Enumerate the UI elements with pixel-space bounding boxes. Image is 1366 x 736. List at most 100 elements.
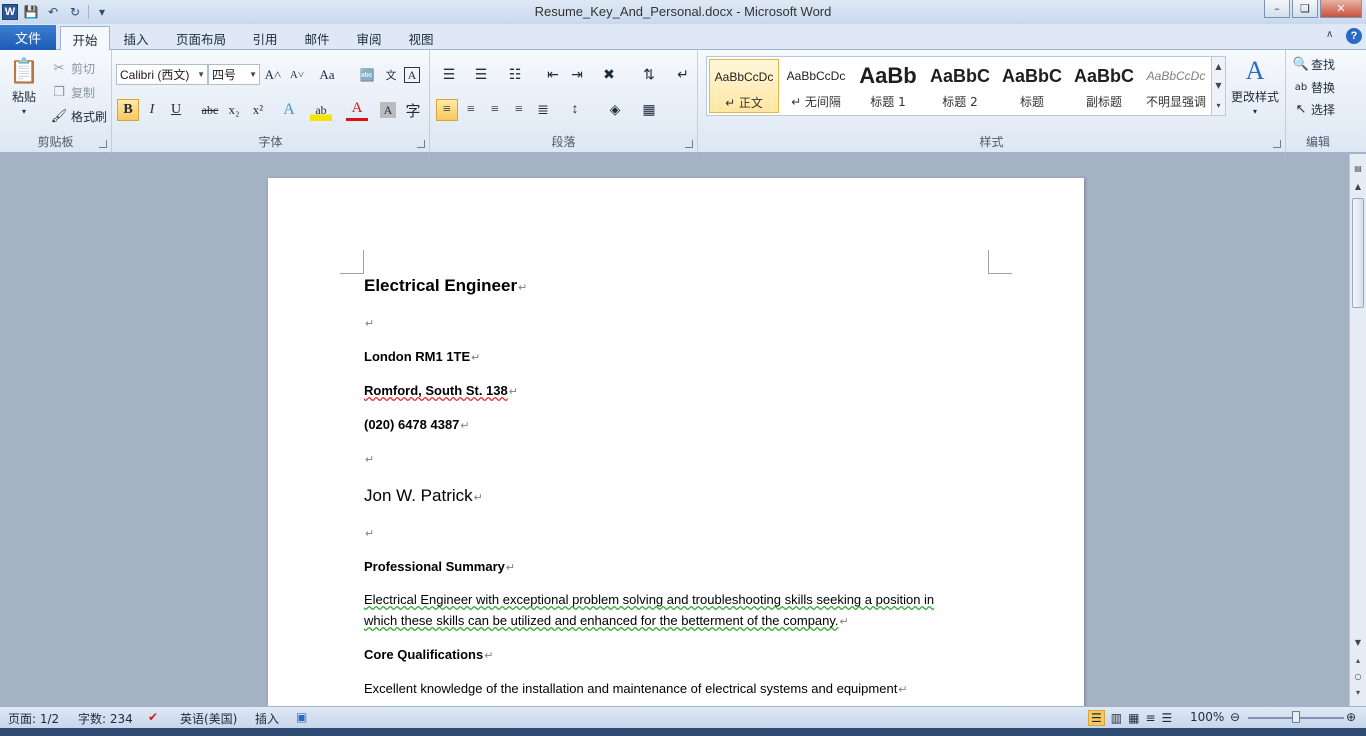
font-name-select[interactable]: Calibri (西文) ▼ (116, 64, 208, 85)
style-item-title[interactable]: AaBbC 标题 (997, 59, 1067, 113)
status-insert-mode[interactable]: 插入 (255, 710, 279, 727)
find-button[interactable]: 🔍 查找 (1293, 55, 1335, 73)
doc-heading[interactable]: Electrical Engineer↵ (364, 276, 527, 296)
doc-section-summary[interactable]: Professional Summary↵ (364, 559, 515, 574)
strikethrough-button[interactable]: abc (199, 99, 221, 121)
justify-icon[interactable]: ≡ (508, 99, 530, 121)
scroll-down-icon[interactable]: ▼ (1350, 638, 1366, 652)
close-icon[interactable]: ✕ (1320, 0, 1362, 18)
gallery-scroll[interactable]: ▲ ▼ ▾ (1211, 57, 1225, 115)
char-shading-icon[interactable]: A (380, 102, 396, 118)
web-layout-icon[interactable]: ▦ (1128, 711, 1139, 725)
chevron-down-icon[interactable]: ▼ (1215, 81, 1221, 90)
browse-object-icon[interactable]: ○ (1350, 672, 1366, 686)
borders-icon[interactable]: ▦ (638, 99, 660, 121)
doc-summary-line-2[interactable]: which these skills can be utilized and e… (364, 613, 849, 628)
save-icon[interactable]: 💾 (22, 3, 40, 21)
minimize-icon[interactable]: – (1264, 0, 1290, 18)
clipboard-launcher-icon[interactable] (99, 140, 107, 148)
char-border-icon[interactable]: A (404, 67, 420, 83)
style-item-subtitle[interactable]: AaBbC 副标题 (1069, 59, 1139, 113)
print-layout-icon[interactable]: ☰ (1088, 710, 1105, 726)
style-item-no-spacing[interactable]: AaBbCcDc ↵ 无间隔 (781, 59, 851, 113)
word-app-icon[interactable]: W (2, 4, 18, 20)
subscript-button[interactable]: x₂ (223, 99, 245, 121)
cut-button[interactable]: ✂ 剪切 (50, 59, 95, 77)
font-launcher-icon[interactable] (417, 140, 425, 148)
scroll-up-icon[interactable]: ▲ (1350, 182, 1366, 196)
vertical-scrollbar[interactable]: ▤ ▲ ▼ ▴ ○ ▾ (1349, 154, 1366, 706)
paste-button[interactable]: 📋 粘贴 ▾ (6, 56, 42, 116)
outline-icon[interactable]: ≡ (1145, 711, 1155, 725)
font-color-icon[interactable]: A (346, 99, 368, 121)
ruler-toggle-icon[interactable]: ▤ (1350, 164, 1366, 178)
styles-launcher-icon[interactable] (1273, 140, 1281, 148)
full-screen-reading-icon[interactable]: ▥ (1111, 711, 1122, 725)
shrink-font-button[interactable]: A˅ (286, 64, 308, 86)
format-painter-button[interactable]: 🖌 格式刷 (50, 107, 107, 125)
minimize-ribbon-icon[interactable]: ∧ (1326, 29, 1340, 43)
italic-button[interactable]: I (141, 99, 163, 121)
doc-empty-line[interactable]: ↵ (364, 315, 374, 330)
zoom-out-icon[interactable]: ⊖ (1230, 710, 1240, 724)
superscript-button[interactable]: x² (247, 99, 269, 121)
underline-button[interactable]: U (165, 99, 187, 121)
numbering-icon[interactable]: ☰ (470, 64, 492, 86)
draft-icon[interactable]: ☰ (1162, 711, 1173, 725)
tab-file[interactable]: 文件 (0, 25, 56, 50)
doc-empty-line[interactable]: ↵ (364, 451, 374, 466)
distributed-icon[interactable]: ≣ (532, 99, 554, 121)
font-size-select[interactable]: 四号 ▼ (208, 64, 260, 85)
proofing-icon[interactable]: ✔ (148, 710, 158, 724)
copy-button[interactable]: ❐ 复制 (50, 83, 95, 101)
style-item-heading2[interactable]: AaBbC 标题 2 (925, 59, 995, 113)
bullets-icon[interactable]: ☰ (438, 64, 460, 86)
tab-review[interactable]: 审阅 (348, 26, 390, 50)
chevron-up-icon[interactable]: ▲ (1215, 62, 1221, 71)
tab-insert[interactable]: 插入 (114, 26, 158, 50)
multilevel-list-icon[interactable]: ☷ (504, 64, 526, 86)
decrease-indent-icon[interactable]: ⇤ (542, 64, 564, 86)
grow-font-button[interactable]: A˄ (262, 64, 284, 86)
replace-button[interactable]: ab 替换 (1294, 78, 1335, 96)
macro-record-icon[interactable]: ▣ (296, 710, 307, 724)
sort-icon[interactable]: ⇅ (638, 64, 660, 86)
status-language[interactable]: 英语(美国) (180, 710, 237, 727)
shading-icon[interactable]: ◈ (604, 99, 626, 121)
undo-icon[interactable]: ↶ (44, 3, 62, 21)
doc-address-line[interactable]: London RM1 1TE↵ (364, 349, 480, 364)
change-case-button[interactable]: Aa (316, 64, 338, 86)
help-icon[interactable]: ? (1346, 28, 1362, 44)
tab-mailings[interactable]: 邮件 (296, 26, 338, 50)
document-page[interactable]: Electrical Engineer↵ ↵ London RM1 1TE↵ R… (268, 178, 1084, 706)
zoom-level[interactable]: 100% (1190, 710, 1224, 724)
phonetic-guide-icon[interactable]: 文 (380, 64, 402, 86)
style-item-heading1[interactable]: AaBb 标题 1 (853, 59, 923, 113)
tab-view[interactable]: 视图 (400, 26, 442, 50)
chinese-layout-icon[interactable]: ✖ (598, 64, 620, 86)
zoom-in-icon[interactable]: ⊕ (1346, 710, 1356, 724)
style-item-normal[interactable]: AaBbCcDc ↵ 正文 (709, 59, 779, 113)
tab-page-layout[interactable]: 页面布局 (168, 26, 234, 50)
tab-home[interactable]: 开始 (60, 26, 110, 51)
zoom-slider-thumb[interactable] (1292, 711, 1300, 723)
redo-icon[interactable]: ↻ (66, 3, 84, 21)
customize-qat-icon[interactable]: ▾ (93, 3, 111, 21)
show-marks-icon[interactable]: ↵ (672, 64, 694, 86)
text-effects-icon[interactable]: A (278, 99, 300, 121)
tab-references[interactable]: 引用 (244, 26, 286, 50)
doc-summary-line-1[interactable]: Electrical Engineer with exceptional pro… (364, 592, 934, 607)
doc-street-line[interactable]: Romford, South St. 138↵ (364, 383, 518, 398)
line-spacing-icon[interactable]: ↕ (564, 99, 586, 121)
doc-name-line[interactable]: Jon W. Patrick↵ (364, 486, 483, 506)
scrollbar-thumb[interactable] (1352, 198, 1364, 308)
enclosed-char-icon[interactable]: 字 (402, 99, 424, 121)
previous-page-icon[interactable]: ▴ (1350, 656, 1366, 670)
status-words[interactable]: 字数: 234 (78, 710, 133, 727)
paragraph-launcher-icon[interactable] (685, 140, 693, 148)
increase-indent-icon[interactable]: ⇥ (566, 64, 588, 86)
doc-empty-line[interactable]: ↵ (364, 525, 374, 540)
style-item-subtle-emphasis[interactable]: AaBbCcDc 不明显强调 (1141, 59, 1211, 113)
next-page-icon[interactable]: ▾ (1350, 688, 1366, 702)
doc-section-qualifications[interactable]: Core Qualifications↵ (364, 647, 493, 662)
